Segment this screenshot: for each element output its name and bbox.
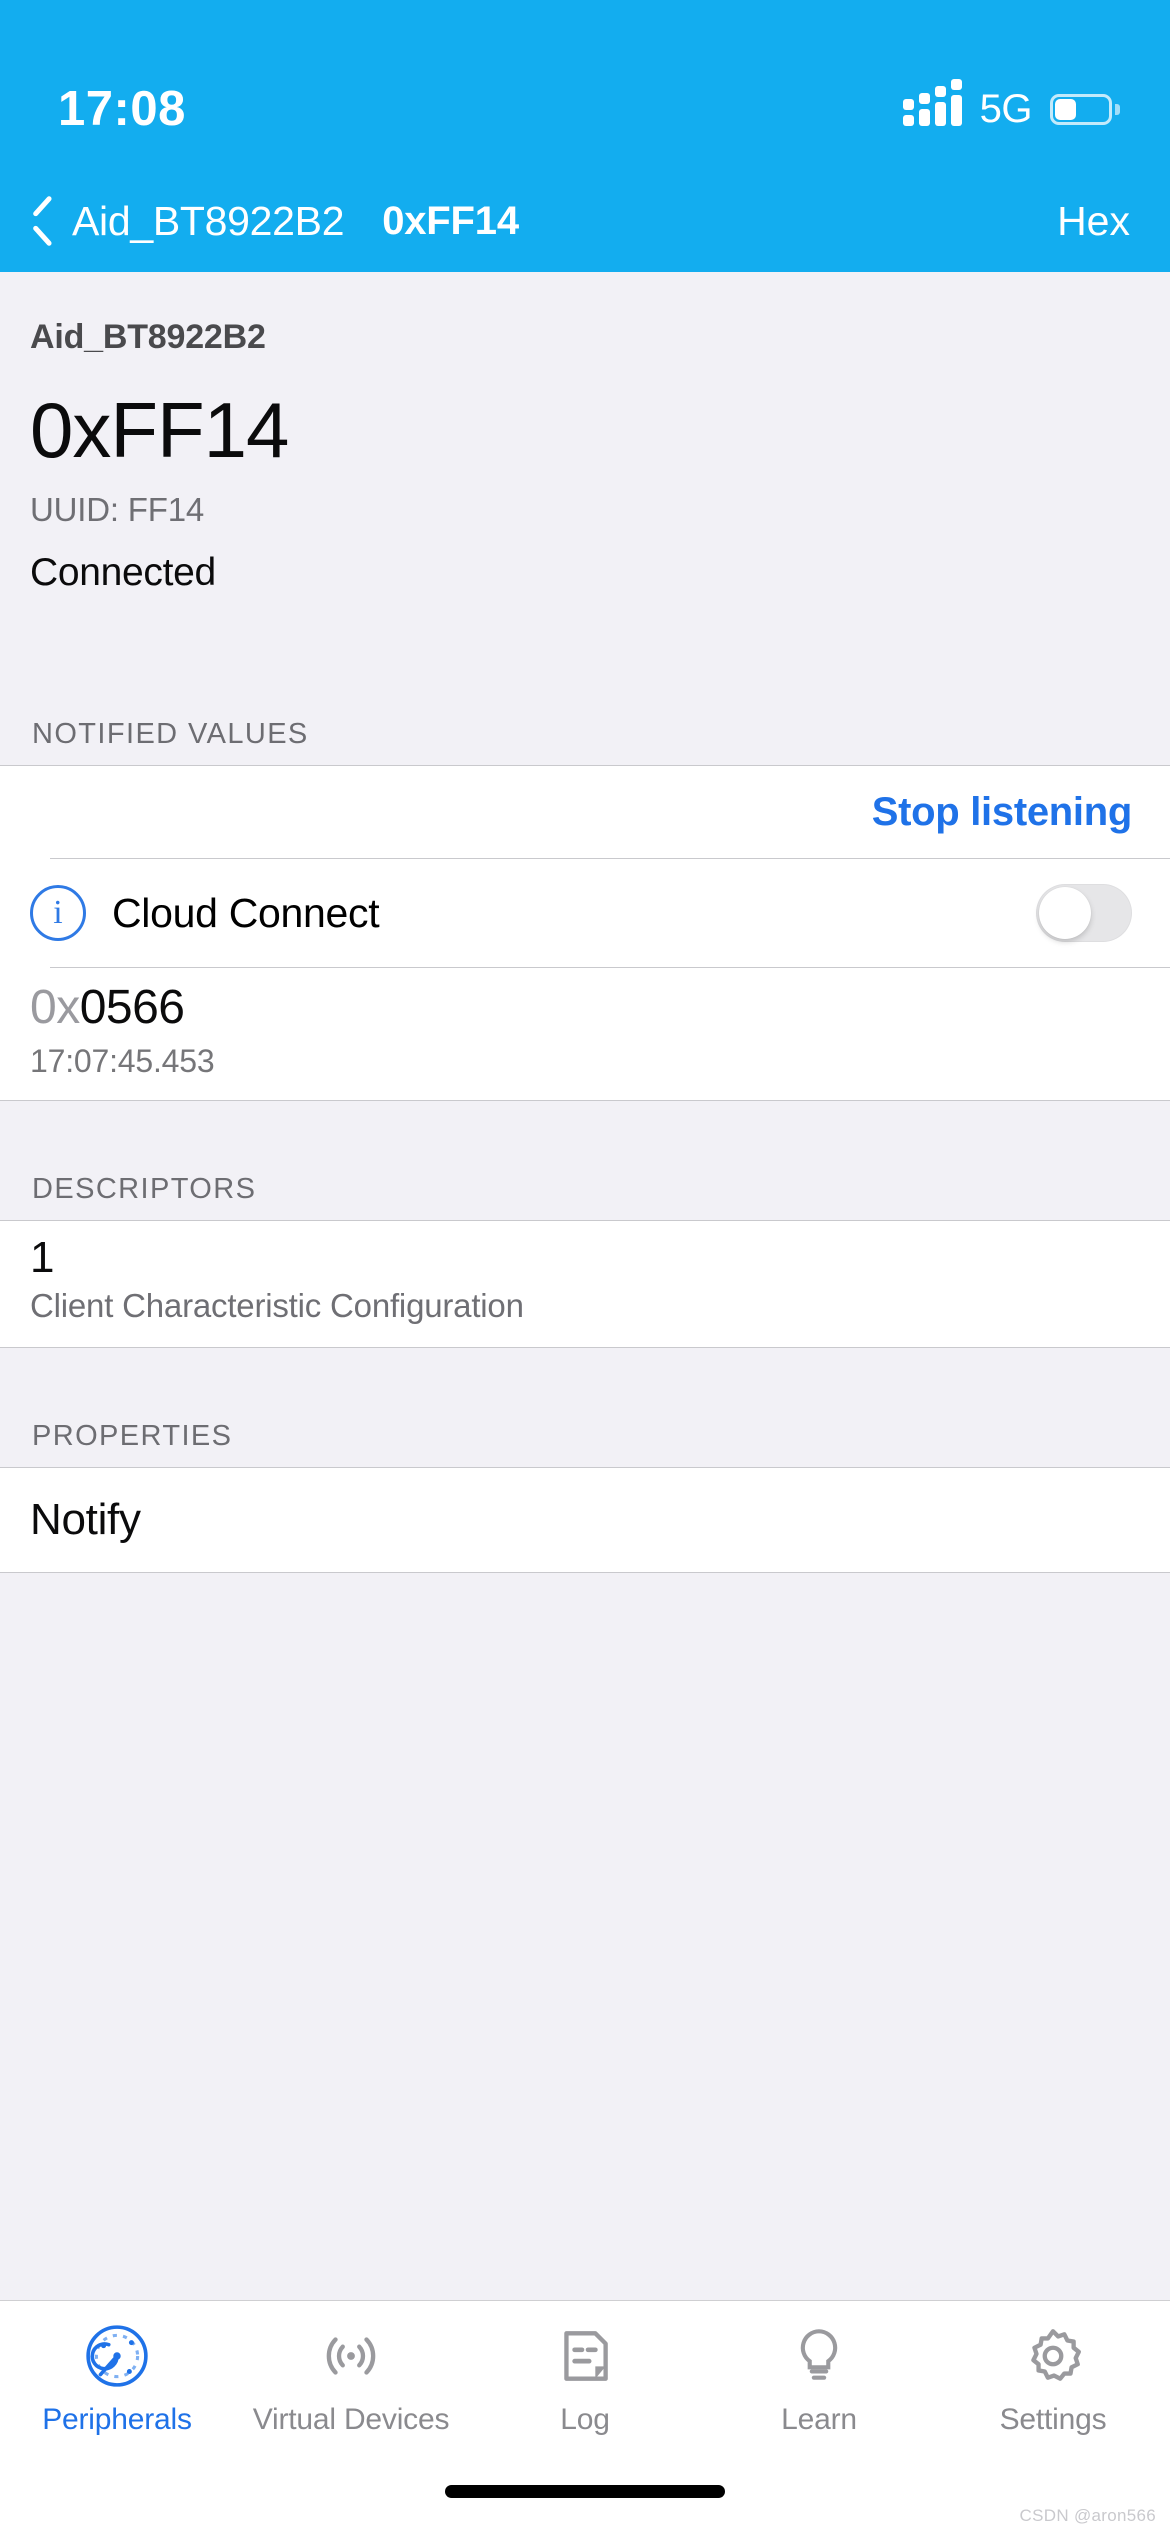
tab-label: Log (560, 2403, 610, 2436)
lightbulb-icon (800, 2329, 838, 2380)
notified-value-timestamp: 17:07:45.453 (30, 1043, 215, 1079)
home-indicator[interactable] (445, 2485, 725, 2498)
connection-status: Connected (30, 551, 216, 594)
navigation-bar: Aid_BT8922B2 0xFF14 Hex (0, 170, 1170, 272)
info-circle-icon[interactable]: i (30, 885, 86, 941)
tab-label: Peripherals (42, 2403, 192, 2436)
gear-icon (1031, 2329, 1081, 2381)
section-title: DESCRIPTORS (32, 1173, 257, 1205)
tab-learn[interactable]: Learn (702, 2323, 936, 2437)
descriptor-number: 1 (30, 1233, 55, 1282)
toggle-knob (1039, 887, 1091, 939)
status-bar: 17:08 5G (0, 0, 1170, 170)
tab-peripherals[interactable]: Peripherals (0, 2323, 234, 2437)
descriptor-row[interactable]: 1 Client Characteristic Configuration (0, 1221, 1170, 1347)
stop-listening-row[interactable]: Stop listening (0, 766, 1170, 858)
section-header-descriptors: DESCRIPTORS (0, 1100, 1170, 1220)
hex-prefix: 0x (30, 981, 80, 1034)
property-name: Notify (30, 1495, 141, 1545)
page-title: 0xFF14 (382, 198, 519, 243)
main-content: Aid_BT8922B2 0xFF14 UUID: FF14 Connected… (0, 272, 1170, 2532)
characteristic-uuid: UUID: FF14 (30, 491, 205, 528)
stop-listening-button[interactable]: Stop listening (872, 790, 1133, 835)
hex-format-button[interactable]: Hex (1057, 198, 1130, 245)
notified-value-row[interactable]: 0x0566 17:07:45.453 (0, 968, 1170, 1100)
section-header-properties: PROPERTIES (0, 1347, 1170, 1467)
tab-label: Virtual Devices (252, 2403, 450, 2436)
cloud-connect-row[interactable]: i Cloud Connect (0, 859, 1170, 967)
back-button-label: Aid_BT8922B2 (72, 197, 345, 244)
broadcast-icon (326, 2337, 376, 2375)
descriptor-name: Client Characteristic Configuration (30, 1287, 524, 1325)
property-row: Notify (0, 1468, 1170, 1572)
tab-label: Settings (999, 2403, 1107, 2436)
tab-label: Learn (781, 2403, 857, 2436)
status-bar-indicators: 5G (902, 79, 1120, 132)
section-header-notified-values: NOTIFIED VALUES (0, 645, 1170, 765)
watermark: CSDN @aron566 (1019, 2506, 1156, 2525)
tab-virtual-devices[interactable]: Virtual Devices (234, 2323, 468, 2437)
radar-scan-icon (86, 2325, 148, 2387)
chevron-left-icon (30, 199, 56, 243)
cloud-connect-toggle[interactable] (1036, 884, 1132, 942)
descriptors-card: 1 Client Characteristic Configuration (0, 1220, 1170, 1348)
characteristic-id: 0xFF14 (30, 386, 289, 474)
cloud-connect-label: Cloud Connect (112, 889, 380, 936)
tab-log[interactable]: Log (468, 2323, 702, 2437)
notified-values-card: Stop listening i Cloud Connect 0x0566 17… (0, 765, 1170, 1100)
device-name: Aid_BT8922B2 (30, 318, 266, 356)
battery-icon (1050, 93, 1120, 125)
document-lines-icon (564, 2331, 608, 2381)
characteristic-header: Aid_BT8922B2 0xFF14 UUID: FF14 Connected (0, 272, 1170, 595)
back-button[interactable]: Aid_BT8922B2 (20, 197, 345, 245)
properties-card: Notify (0, 1467, 1170, 1574)
network-type-label: 5G (979, 86, 1033, 131)
tab-bar: Peripherals Virtual Devices Log Learn Se… (0, 2300, 1170, 2532)
cellular-signal-icon (902, 79, 962, 126)
tab-settings[interactable]: Settings (936, 2323, 1170, 2437)
hex-digits: 0566 (79, 981, 185, 1034)
section-title: NOTIFIED VALUES (32, 718, 309, 750)
status-bar-clock: 17:08 (58, 82, 186, 136)
notified-value-hex: 0x0566 (30, 980, 1140, 1035)
section-title: PROPERTIES (32, 1420, 233, 1453)
